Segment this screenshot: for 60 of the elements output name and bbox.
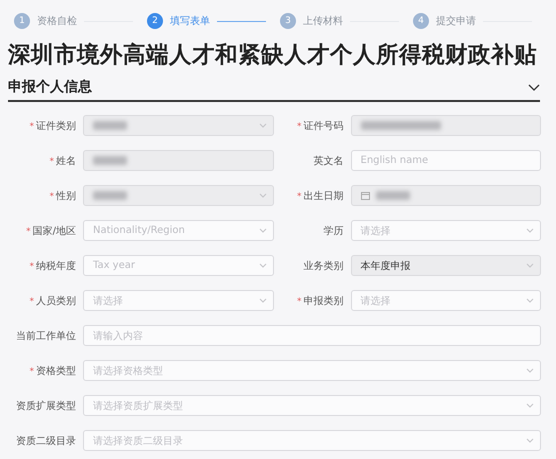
placeholder-text: Tax year [93,260,136,271]
placeholder-text: 请输入内容 [93,330,144,342]
field-label: * 申报类别 [296,294,344,308]
chevron-down-icon [526,438,534,443]
field-label: * 资格类型 [28,364,77,378]
input-field[interactable]: 请输入内容 [83,325,541,346]
step-label: 上传材料 [303,14,343,28]
field-label: * 出生日期 [296,190,344,202]
step-number: 2 [147,13,163,29]
placeholder-text: Nationality/Region [93,225,186,236]
chevron-down-icon [258,298,266,303]
field-label: * 证件号码 [296,120,344,132]
field-label: * 姓名 [48,154,77,168]
chevron-down-icon [526,263,534,268]
chevron-down-icon [258,123,266,128]
chevron-down-icon [258,193,266,198]
select-field[interactable]: 请选择 [350,220,541,241]
calendar-icon [360,191,370,200]
chevron-down-icon [258,228,266,233]
chevron-down-icon[interactable] [528,84,540,90]
chevron-down-icon [526,228,534,233]
field-label: * 证件类别 [28,120,77,132]
step-label: 资格自检 [37,14,77,28]
placeholder-text: English name [360,155,430,166]
field-label: 资质二级目录 [15,434,77,448]
chevron-down-icon [526,368,534,373]
select-field[interactable]: Nationality/Region [83,220,274,241]
select-field[interactable]: 请选择 [350,290,541,311]
placeholder-text: 请选择 [93,294,124,308]
select-field[interactable]: 请选择资质扩展类型 [83,395,541,416]
input-field[interactable]: English name [350,150,541,171]
field-value: 本年度申报 [360,260,412,272]
field-label: * 纳税年度 [28,260,77,272]
step-number: 4 [413,13,429,29]
select-field[interactable]: 请选择资质二级目录 [83,430,541,451]
step-number: 3 [280,13,296,29]
select-field[interactable]: Tax year [83,255,274,276]
step-number: 1 [14,13,30,29]
step-label: 提交申请 [436,14,476,28]
select-field[interactable]: 请选择资格类型 [83,360,541,381]
chevron-down-icon [258,263,266,268]
placeholder-text: 请选择资质扩展类型 [93,400,184,412]
select-field[interactable]: 请选择 [83,290,274,311]
field-label: 英文名 [312,154,344,168]
field-label: 学历 [322,224,344,238]
placeholder-text: 请选择资格类型 [93,364,164,378]
placeholder-text: 请选择资质二级目录 [93,434,184,448]
field-label: 当前工作单位 [15,330,77,342]
chevron-down-icon [526,403,534,408]
section-title: 申报个人信息 [8,78,92,96]
page-title: 深圳市境外高端人才和紧缺人才个人所得税财政补贴 [8,41,537,70]
field-label: * 国家/地区 [25,224,77,238]
field-label: 业务类别 [302,260,344,272]
field-label: * 性别 [48,190,77,202]
chevron-down-icon [526,298,534,303]
placeholder-text: 请选择 [360,294,392,308]
step-label: 填写表单 [170,14,210,28]
field-label: * 人员类别 [28,294,77,308]
field-label: 资质扩展类型 [15,400,77,412]
placeholder-text: 请选择 [360,224,392,238]
